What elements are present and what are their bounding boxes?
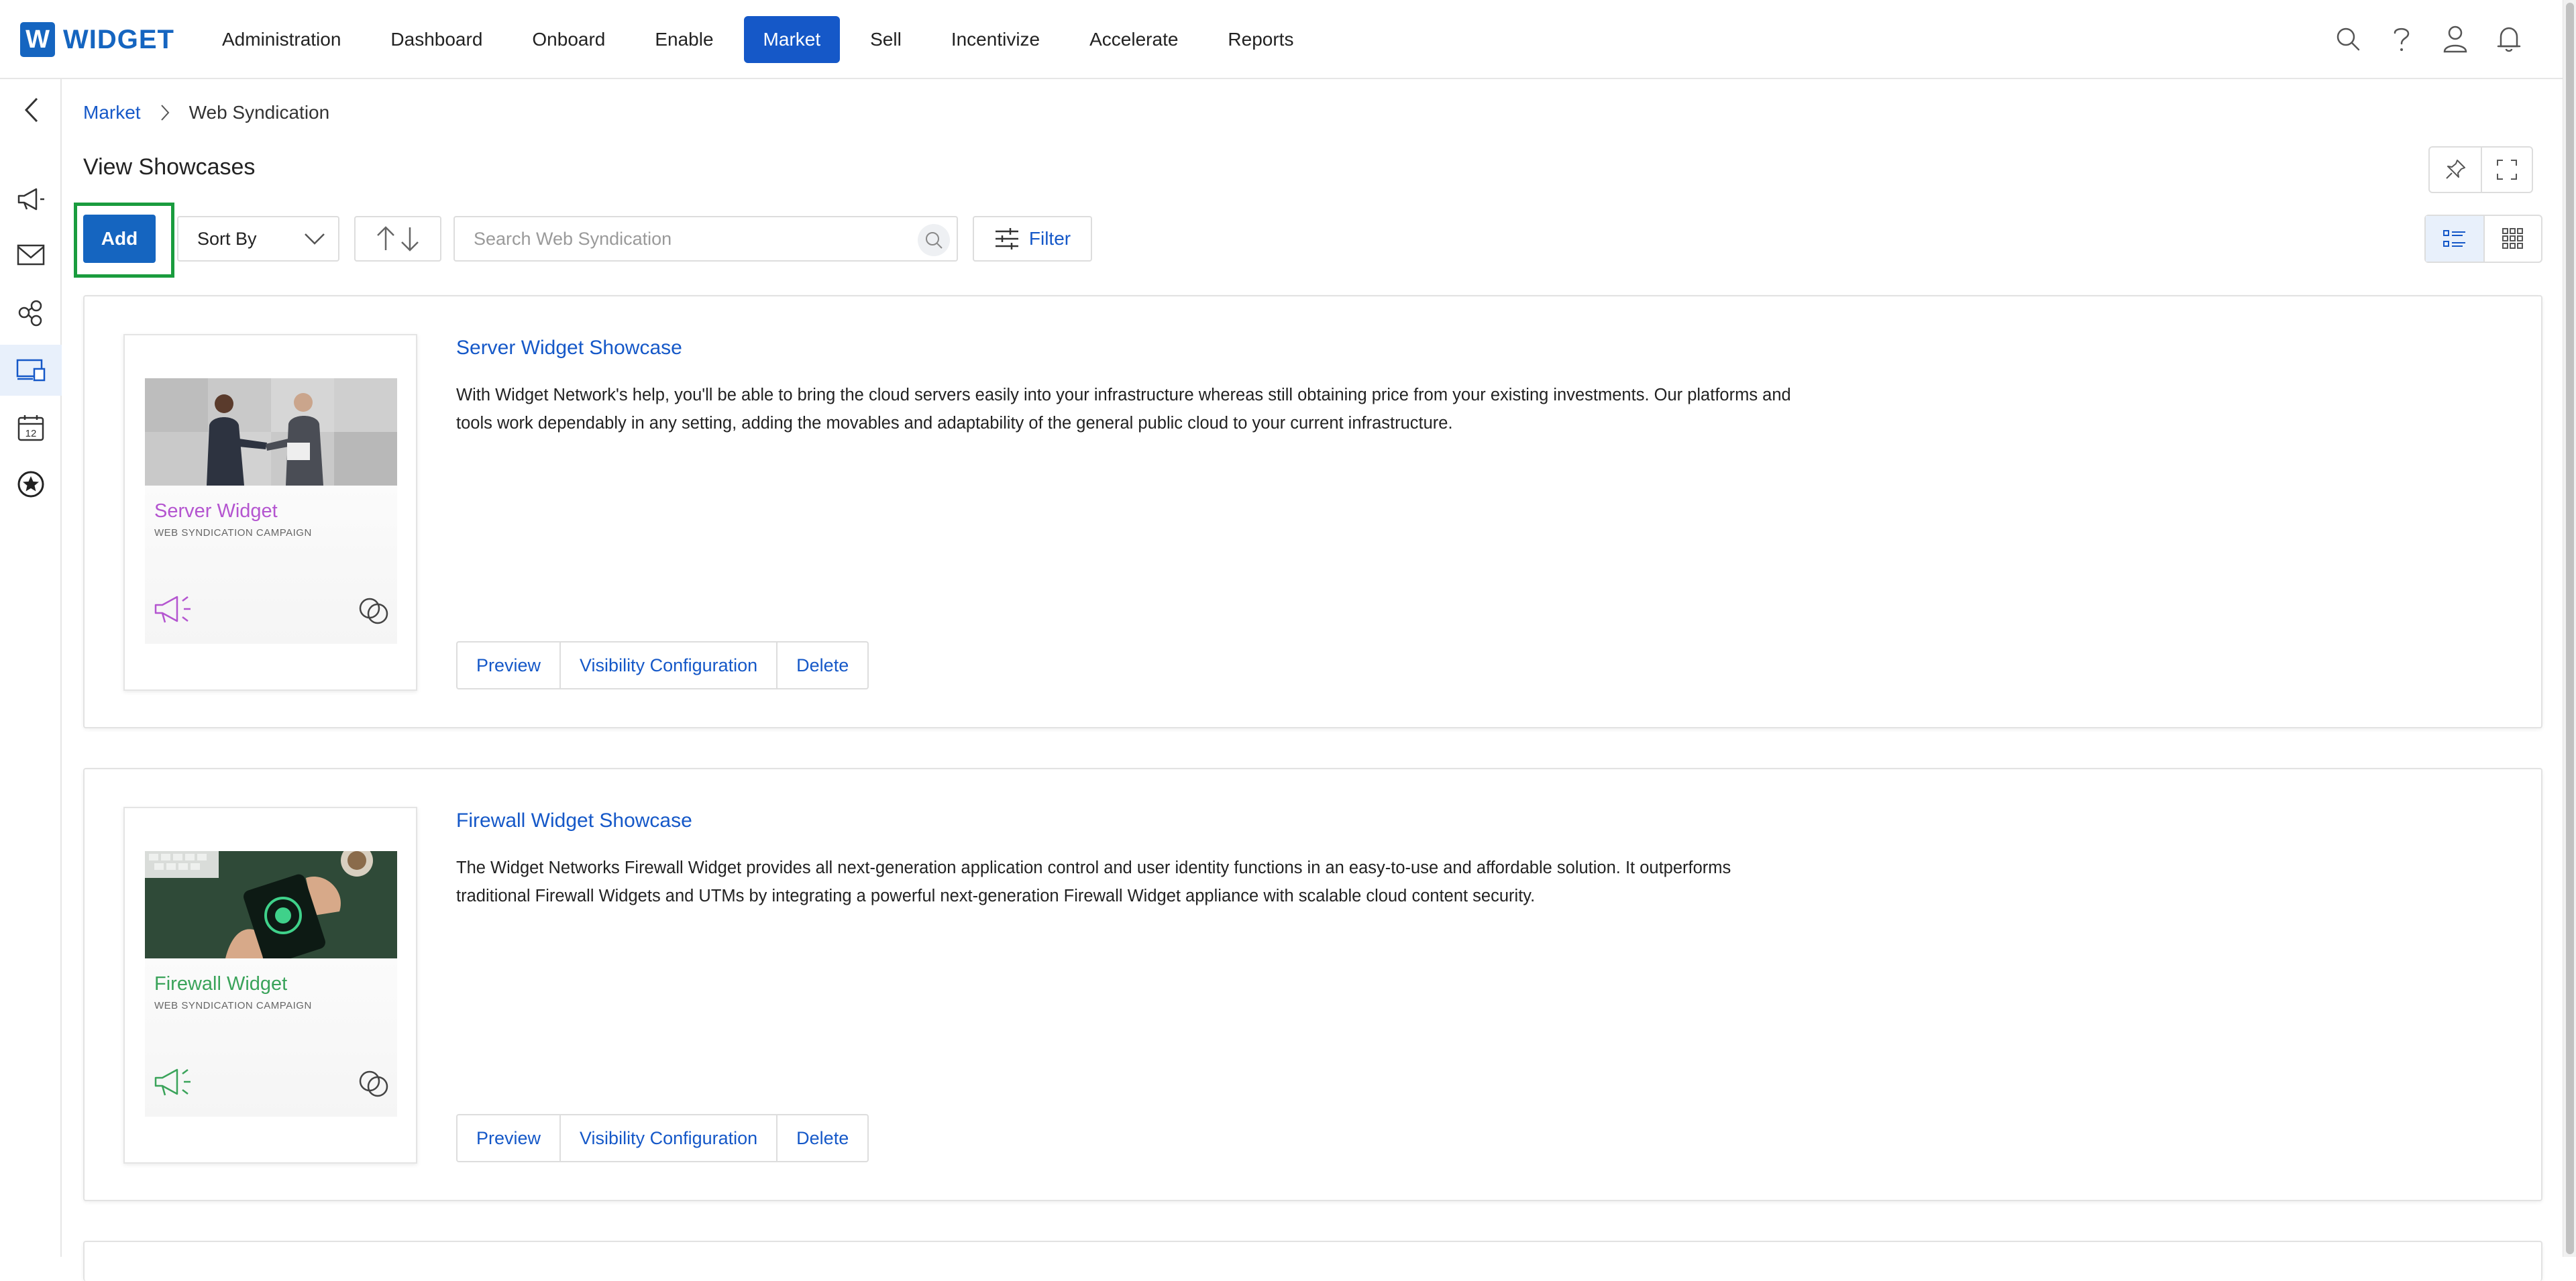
link-rings-icon <box>357 1067 390 1104</box>
search-box <box>453 216 958 262</box>
widget-logo[interactable]: W WIDGET <box>20 21 174 58</box>
nav-item-administration[interactable]: Administration <box>203 16 360 63</box>
search-input[interactable] <box>474 217 903 260</box>
calendar-icon[interactable]: 12 <box>0 402 62 453</box>
showcase-thumbnail[interactable]: Firewall Widget WEB SYNDICATION CAMPAIGN <box>123 807 417 1164</box>
delete-button[interactable]: Delete <box>776 643 867 688</box>
showcase-title-link[interactable]: Firewall Widget Showcase <box>456 810 692 832</box>
filter-button[interactable]: Filter <box>973 216 1092 262</box>
sort-direction-toggle[interactable] <box>354 216 441 262</box>
link-rings-icon <box>357 594 390 631</box>
add-button[interactable]: Add <box>83 215 156 263</box>
pin-icon[interactable] <box>2430 148 2481 192</box>
nav-item-dashboard[interactable]: Dashboard <box>371 16 502 63</box>
thumbnail-content: Firewall Widget WEB SYNDICATION CAMPAIGN <box>145 851 397 1117</box>
thumbnail-subtitle: WEB SYNDICATION CAMPAIGN <box>154 527 312 539</box>
preview-button[interactable]: Preview <box>458 1115 559 1161</box>
view-toggle <box>2424 215 2542 263</box>
share-icon[interactable] <box>0 287 62 338</box>
collapse-chevron-icon[interactable] <box>0 85 62 135</box>
sort-by-select[interactable]: Sort By <box>177 216 339 262</box>
mail-icon[interactable] <box>0 229 62 280</box>
page-tools <box>2428 146 2533 193</box>
logo-text: WIDGET <box>63 24 174 54</box>
thumbnail-content: Server Widget WEB SYNDICATION CAMPAIGN <box>145 378 397 644</box>
list-view-icon[interactable] <box>2426 216 2483 262</box>
showcase-description: The Widget Networks Firewall Widget prov… <box>456 858 1731 905</box>
main-nav: Administration Dashboard Onboard Enable … <box>203 16 1324 63</box>
preview-button[interactable]: Preview <box>458 643 559 688</box>
help-icon[interactable] <box>2387 20 2416 58</box>
sort-arrows-icon <box>377 226 419 252</box>
user-icon[interactable] <box>2440 20 2470 58</box>
showcase-card: Firewall Widget WEB SYNDICATION CAMPAIGN… <box>83 768 2542 1201</box>
left-sidebar: 12 <box>0 79 62 1257</box>
nav-item-onboard[interactable]: Onboard <box>513 16 625 63</box>
nav-item-market[interactable]: Market <box>743 16 841 63</box>
logo-mark: W <box>20 22 55 57</box>
breadcrumb: Market Web Syndication <box>83 102 329 123</box>
showcase-description: With Widget Network's help, you'll be ab… <box>456 386 1791 433</box>
thumbnail-title: Server Widget <box>154 500 278 522</box>
showcase-actions: Preview Visibility Configuration Delete <box>456 1114 869 1162</box>
visibility-configuration-button[interactable]: Visibility Configuration <box>559 1115 776 1161</box>
nav-item-accelerate[interactable]: Accelerate <box>1070 16 1197 63</box>
sort-by-label: Sort By <box>197 228 257 249</box>
filter-sliders-icon <box>995 228 1018 249</box>
top-navigation-bar: W WIDGET Administration Dashboard Onboar… <box>0 0 2563 79</box>
nav-item-sell[interactable]: Sell <box>851 16 921 63</box>
search-icon[interactable] <box>2333 20 2363 58</box>
star-badge-icon[interactable] <box>0 459 62 510</box>
showcase-title-link[interactable]: Server Widget Showcase <box>456 337 682 359</box>
thumbnail-title: Firewall Widget <box>154 973 288 995</box>
page-title: View Showcases <box>83 154 256 180</box>
showcase-card: Server Widget WEB SYNDICATION CAMPAIGN S… <box>83 295 2542 728</box>
showcase-actions: Preview Visibility Configuration Delete <box>456 641 869 689</box>
chevron-right-icon <box>160 104 170 121</box>
scrollbar-thumb[interactable] <box>2566 3 2574 1254</box>
web-syndication-icon[interactable] <box>0 345 62 396</box>
nav-item-enable[interactable]: Enable <box>635 16 733 63</box>
grid-view-icon[interactable] <box>2483 216 2541 262</box>
calendar-day: 12 <box>25 428 37 439</box>
showcase-thumbnail[interactable]: Server Widget WEB SYNDICATION CAMPAIGN <box>123 334 417 691</box>
server-handshake-image <box>145 378 397 486</box>
bell-icon[interactable] <box>2494 20 2524 58</box>
showcase-card-partial <box>83 1241 2542 1281</box>
breadcrumb-current: Web Syndication <box>189 102 330 123</box>
thumbnail-subtitle: WEB SYNDICATION CAMPAIGN <box>154 1000 312 1011</box>
filter-label: Filter <box>1028 228 1071 249</box>
search-button-icon[interactable] <box>918 224 950 256</box>
chevron-down-icon <box>303 229 326 253</box>
megaphone-icon <box>153 1064 193 1101</box>
nav-item-reports[interactable]: Reports <box>1208 16 1313 63</box>
megaphone-icon <box>153 592 193 628</box>
delete-button[interactable]: Delete <box>776 1115 867 1161</box>
toolbar: Add Sort By Filter <box>74 203 2542 278</box>
nav-item-incentivize[interactable]: Incentivize <box>932 16 1059 63</box>
breadcrumb-market-link[interactable]: Market <box>83 102 141 123</box>
visibility-configuration-button[interactable]: Visibility Configuration <box>559 643 776 688</box>
fullscreen-icon[interactable] <box>2481 148 2532 192</box>
header-icons <box>2333 20 2524 58</box>
firewall-phone-image <box>145 851 397 958</box>
vertical-scrollbar[interactable] <box>2563 0 2576 1257</box>
megaphone-icon[interactable] <box>0 173 62 224</box>
